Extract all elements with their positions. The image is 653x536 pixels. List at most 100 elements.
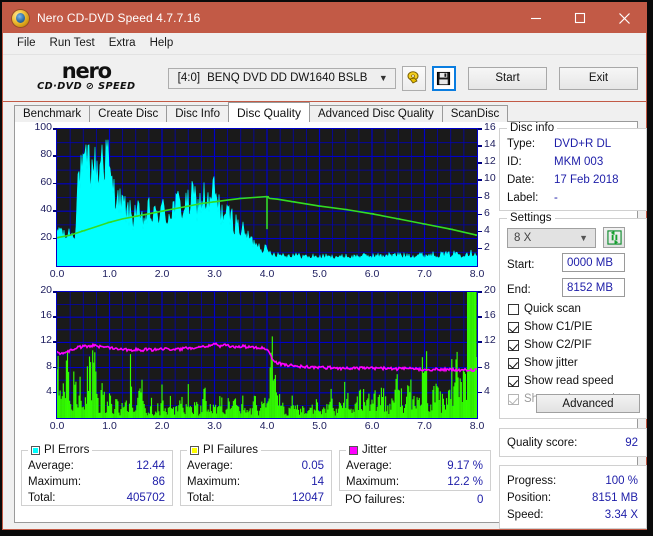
menu-item-extra[interactable]: Extra (104, 35, 145, 52)
window-controls (514, 3, 646, 33)
pi-errors-maximum-value: 86 (152, 476, 165, 488)
axis-tick-label: 100 (34, 121, 52, 133)
axis-tick-label: 7.0 (417, 420, 432, 432)
tab-advanced-disc-quality[interactable]: Advanced Disc Quality (309, 105, 443, 122)
jitter-box: Jitter Average: 9.17 % Maximum: 12.2 % (339, 444, 491, 491)
disc-label-value: - (554, 192, 558, 204)
axis-tick-label: 20 (40, 284, 52, 296)
axis-tick-label: 4 (46, 384, 52, 397)
tab-scandisc[interactable]: ScanDisc (441, 105, 509, 122)
start-mb-field[interactable]: 0000 MB (562, 253, 625, 272)
axis-tick (478, 247, 482, 250)
pif-chart: 0.0 1.0 2.0 3.0 4.0 5.0 6.0 7.0 8.0 4 8 12 16 20 4 8 12 1… (15, 284, 500, 440)
minimize-icon[interactable] (514, 3, 558, 33)
close-icon[interactable] (602, 3, 646, 33)
axis-tick-label: 80 (40, 148, 52, 161)
exit-button[interactable]: Exit (559, 66, 639, 90)
menu-item-help[interactable]: Help (145, 35, 183, 52)
settings-group: Settings 8 X ▼ Start: 0000 MB End: 8152 … (499, 212, 647, 419)
tab-benchmark[interactable]: Benchmark (14, 105, 91, 122)
progress-label: Progress: (507, 475, 557, 487)
jitter-color-swatch (349, 445, 358, 455)
pi-failures-average-value: 0.05 (301, 460, 324, 472)
checkbox-show-c2-pif[interactable]: Show C2/PIF (508, 339, 592, 351)
pi-failures-maximum-label: Maximum: (187, 476, 241, 488)
axis-tick (478, 341, 482, 343)
disc-type-label: Type: (507, 138, 536, 150)
eject-disc-icon[interactable] (401, 65, 426, 91)
tab-disc-quality[interactable]: Disc Quality (228, 102, 311, 122)
checkbox-label: Show C1/PIE (524, 321, 593, 333)
pi-errors-color-swatch (31, 445, 40, 455)
advanced-button[interactable]: Advanced (536, 394, 640, 413)
disc-info-title: Disc info (507, 122, 558, 134)
quality-score-value: 92 (625, 437, 638, 449)
axis-tick-label: 8 (46, 359, 52, 372)
checkbox-quick-scan[interactable]: Quick scan (508, 303, 581, 315)
axis-tick (478, 230, 482, 233)
axis-tick (53, 391, 57, 394)
checkbox-show-read-speed[interactable]: Show read speed (508, 375, 614, 387)
pi-errors-title: PI Errors (28, 444, 93, 456)
speed-value: 3.34 X (604, 509, 638, 521)
jitter-average-label: Average: (346, 460, 392, 472)
speed-select[interactable]: 8 X ▼ (507, 228, 596, 248)
drive-select[interactable]: [4:0] BENQ DVD DD DW1640 BSLB ▼ (167, 67, 396, 89)
chevron-down-icon: ▼ (378, 73, 388, 83)
axis-tick (478, 391, 482, 394)
checkbox-label: Show C2/PIF (524, 339, 592, 351)
tab-create-disc[interactable]: Create Disc (89, 105, 168, 122)
po-failures-value: 0 (477, 494, 484, 506)
pi-failures-average-label: Average: (187, 460, 233, 472)
axis-tick (478, 291, 482, 293)
checkbox-icon (508, 303, 519, 315)
drive-index: [4:0] (177, 72, 201, 84)
end-mb-field[interactable]: 8152 MB (562, 278, 625, 297)
axis-tick (478, 179, 482, 181)
axis-tick (53, 155, 57, 157)
axis-tick (53, 182, 57, 185)
speed-select-value: 8 X (514, 232, 532, 244)
axis-tick-label: 16 (40, 309, 52, 322)
pi-failures-box: PI Failures Average: 0.05 Maximum: 14 To… (180, 444, 332, 506)
checkbox-show-jitter[interactable]: Show jitter (508, 357, 578, 369)
axis-tick-label: 8.0 (469, 268, 485, 280)
end-mb-value: 8152 MB (567, 281, 614, 294)
start-button[interactable]: Start (468, 66, 548, 90)
pi-failures-total-value: 12047 (292, 492, 324, 504)
pi-failures-title: PI Failures (187, 444, 261, 456)
axis-tick (53, 341, 57, 343)
start-mb-label: Start: (507, 259, 535, 271)
menu-item-runtest[interactable]: Run Test (45, 35, 104, 52)
menu-bar: File Run Test Extra Help (3, 33, 646, 55)
pie-chart: 0.0 1.0 2.0 3.0 4.0 5.0 6.0 7.0 8.0 20 40 60 80 100 2 4… (15, 121, 500, 287)
checkbox-icon (508, 321, 519, 333)
axis-tick (53, 316, 57, 318)
tab-disc-info[interactable]: Disc Info (166, 105, 229, 122)
settings-title: Settings (507, 212, 555, 224)
axis-tick-label: 5.0 (312, 420, 327, 432)
start-mb-value: 0000 MB (567, 256, 614, 269)
jitter-title: Jitter (346, 444, 390, 456)
axis-tick-label: 1.0 (102, 420, 117, 432)
checkbox-icon (508, 357, 519, 369)
axis-tick-label: 40 (40, 203, 52, 216)
maximize-icon[interactable] (558, 3, 602, 33)
axis-tick-label: 3.0 (207, 420, 222, 432)
refresh-speed-icon[interactable] (603, 227, 625, 248)
po-failures-label: PO failures: (345, 494, 406, 506)
checkbox-show-c1-pie[interactable]: Show C1/PIE (508, 321, 592, 333)
pi-failures-color-swatch (190, 445, 199, 455)
checkbox-label: Quick scan (524, 303, 581, 315)
disc-id-label: ID: (507, 156, 522, 168)
axis-tick-label: 1.0 (102, 268, 117, 280)
jitter-maximum-value: 12.2 % (447, 476, 483, 488)
axis-tick-label: 4.0 (259, 268, 275, 280)
end-mb-label: End: (507, 284, 531, 296)
axis-tick-label: 3.0 (207, 268, 222, 280)
floppy-save-icon[interactable] (431, 65, 457, 91)
axis-tick-label: 6.0 (364, 420, 380, 432)
axis-tick (478, 213, 482, 216)
pie-chart-plot (56, 128, 478, 267)
menu-item-file[interactable]: File (12, 35, 45, 52)
